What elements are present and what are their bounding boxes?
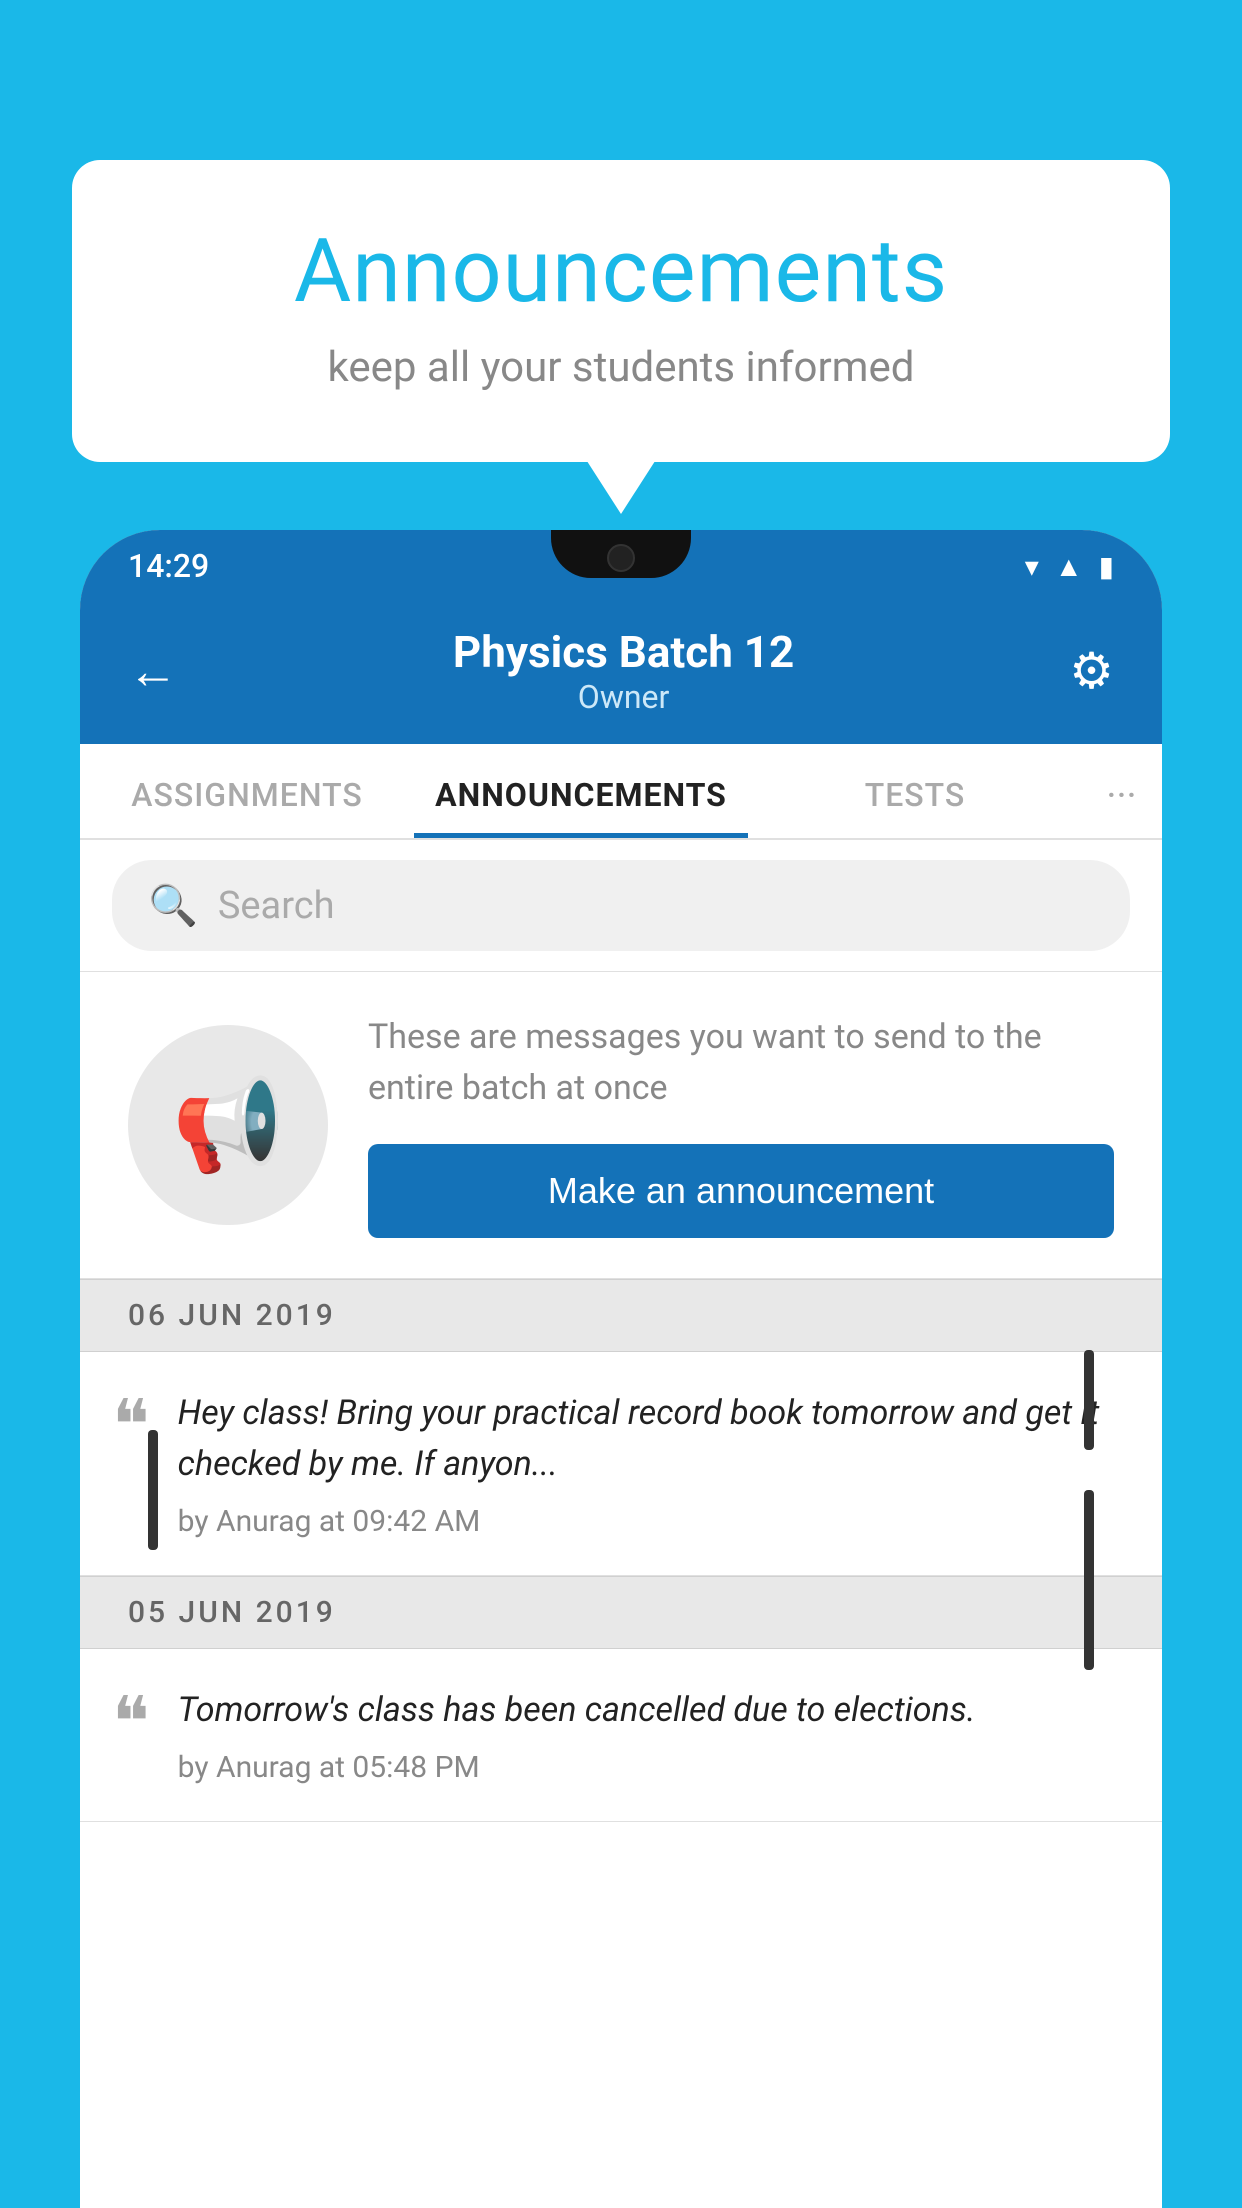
power-button <box>1084 1350 1094 1450</box>
promo-card: 📢 These are messages you want to send to… <box>80 972 1162 1279</box>
search-placeholder: Search <box>218 884 335 928</box>
tab-announcements[interactable]: ANNOUNCEMENTS <box>414 744 748 838</box>
back-button[interactable]: ← <box>128 642 178 701</box>
tab-assignments[interactable]: ASSIGNMENTS <box>80 744 414 838</box>
batch-title: Physics Batch 12 <box>453 626 794 678</box>
front-camera <box>607 544 635 572</box>
tab-more[interactable]: ··· <box>1082 744 1162 838</box>
announcement-content-2: Tomorrow's class has been cancelled due … <box>178 1685 1114 1785</box>
announcement-text-2: Tomorrow's class has been cancelled due … <box>178 1685 1114 1736</box>
announcement-item-2[interactable]: ❝ Tomorrow's class has been cancelled du… <box>80 1649 1162 1822</box>
status-icons: ▾ ▲ ▮ <box>1025 550 1114 583</box>
tab-tests[interactable]: TESTS <box>748 744 1082 838</box>
header-title-block: Physics Batch 12 Owner <box>453 626 794 716</box>
announcements-title: Announcements <box>152 220 1090 323</box>
batch-role: Owner <box>453 678 794 716</box>
content-area: 🔍 Search 📢 These are messages you want t… <box>80 840 1162 1822</box>
promo-content: These are messages you want to send to t… <box>368 1012 1114 1238</box>
announcements-subtitle: keep all your students informed <box>152 343 1090 392</box>
power-button-lower <box>1084 1490 1094 1670</box>
phone-notch <box>551 530 691 578</box>
announcement-text-1: Hey class! Bring your practical record b… <box>178 1388 1114 1490</box>
app-header: ← Physics Batch 12 Owner ⚙ <box>80 602 1162 744</box>
announcement-content-1: Hey class! Bring your practical record b… <box>178 1388 1114 1539</box>
speech-bubble-section: Announcements keep all your students inf… <box>72 160 1170 462</box>
phone-frame: 14:29 ▾ ▲ ▮ ← Physics Batch 12 Owner ⚙ A… <box>80 530 1162 2208</box>
promo-icon-circle: 📢 <box>128 1025 328 1225</box>
search-icon: 🔍 <box>148 882 198 929</box>
announcement-item-1[interactable]: ❝ Hey class! Bring your practical record… <box>80 1352 1162 1576</box>
quote-icon-2: ❝ <box>112 1689 150 1759</box>
megaphone-icon: 📢 <box>172 1073 284 1178</box>
promo-description: These are messages you want to send to t… <box>368 1012 1114 1114</box>
quote-icon-1: ❝ <box>112 1392 150 1462</box>
announcement-meta-1: by Anurag at 09:42 AM <box>178 1504 1114 1539</box>
tabs-bar: ASSIGNMENTS ANNOUNCEMENTS TESTS ··· <box>80 744 1162 840</box>
battery-icon: ▮ <box>1099 550 1114 583</box>
volume-button <box>148 1430 158 1550</box>
wifi-icon: ▾ <box>1025 550 1039 583</box>
announcement-meta-2: by Anurag at 05:48 PM <box>178 1750 1114 1785</box>
date-header-2: 05 JUN 2019 <box>80 1576 1162 1649</box>
phone-screen: 14:29 ▾ ▲ ▮ ← Physics Batch 12 Owner ⚙ A… <box>80 530 1162 2208</box>
search-container: 🔍 Search <box>80 840 1162 972</box>
settings-button[interactable]: ⚙ <box>1069 642 1114 701</box>
date-header-1: 06 JUN 2019 <box>80 1279 1162 1352</box>
make-announcement-button[interactable]: Make an announcement <box>368 1144 1114 1238</box>
signal-icon: ▲ <box>1055 550 1083 583</box>
status-time: 14:29 <box>128 547 209 585</box>
search-bar[interactable]: 🔍 Search <box>112 860 1130 951</box>
speech-bubble-card: Announcements keep all your students inf… <box>72 160 1170 462</box>
